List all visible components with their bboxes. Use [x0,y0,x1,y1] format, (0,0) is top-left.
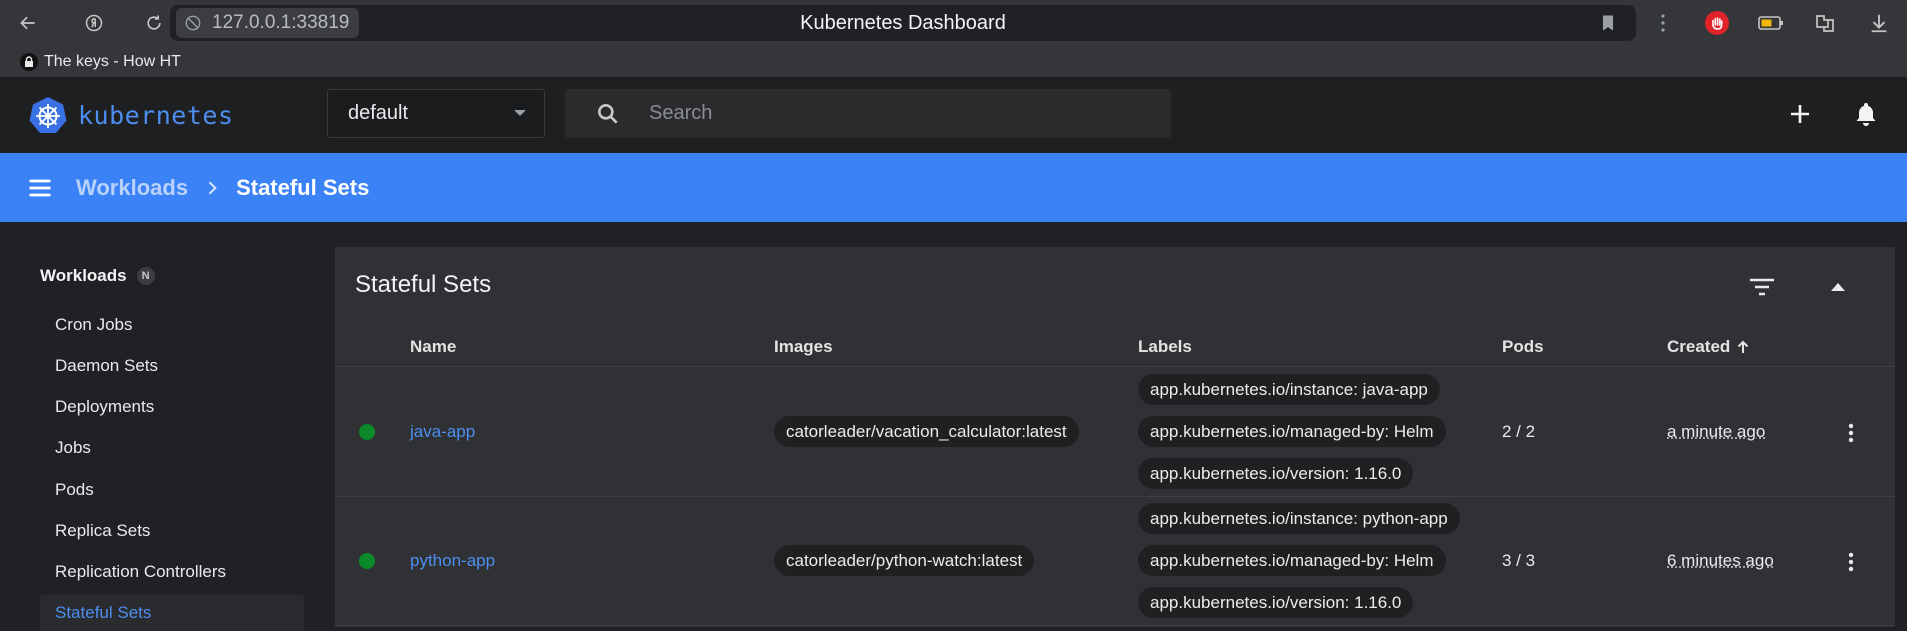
namespace-select[interactable]: default [327,89,545,138]
filter-icon [1749,277,1775,297]
column-pods: Pods [1502,337,1544,357]
adblock-icon[interactable] [1703,9,1731,37]
bookmark-label: The keys - How HT [44,53,181,71]
plus-icon [1789,103,1811,125]
breadcrumb-workloads[interactable]: Workloads [76,175,188,201]
label-chip: app.kubernetes.io/version: 1.16.0 [1138,587,1413,618]
namespace-value: default [348,102,408,125]
created-time: 6 minutes ago [1667,551,1774,571]
label-chip: app.kubernetes.io/managed-by: Helm [1138,416,1446,447]
extensions-icon[interactable] [1811,9,1839,37]
create-resource-button[interactable] [1785,99,1815,129]
column-name[interactable]: Name [410,337,456,357]
pods-count: 3 / 3 [1502,551,1535,571]
table-row[interactable]: java-app catorleader/vacation_calculator… [335,368,1895,497]
filter-button[interactable] [1747,272,1777,302]
sidebar-item-pods[interactable]: Pods [40,472,304,508]
kubernetes-wheel-icon [28,95,68,135]
chevron-down-icon [514,110,526,116]
sidebar-item-stateful-sets[interactable]: Stateful Sets [40,595,304,631]
sidebar-item-jobs[interactable]: Jobs [40,430,304,466]
created-time: a minute ago [1667,422,1765,442]
search-icon [595,101,621,127]
app-toolbar: kubernetes default [0,77,1907,153]
kubernetes-logo[interactable]: kubernetes [28,95,234,135]
sidebar-item-deployments[interactable]: Deployments [40,389,304,425]
url-text: 127.0.0.1:33819 [212,12,349,34]
bookmarks-bar: The keys - How HT [0,46,1907,77]
sidebar-item-replication-controllers[interactable]: Replication Controllers [40,554,304,590]
lock-icon [20,53,38,71]
notifications-button[interactable] [1851,99,1881,129]
bookmark-icon[interactable] [1598,13,1618,33]
back-icon[interactable] [14,9,42,37]
download-icon[interactable] [1865,9,1893,37]
more-vert-icon[interactable] [1839,550,1863,574]
page-header: Workloads Stateful Sets [0,153,1907,222]
label-chip: app.kubernetes.io/managed-by: Helm [1138,545,1446,576]
sidebar-item-daemon-sets[interactable]: Daemon Sets [40,348,304,384]
column-created[interactable]: Created [1667,337,1750,357]
column-created-label: Created [1667,337,1730,357]
search-box[interactable] [565,89,1171,138]
table-row[interactable]: python-app catorleader/python-watch:late… [335,497,1895,626]
column-images: Images [774,337,833,357]
sort-arrow-up-icon [1736,340,1750,354]
insecure-icon [184,14,202,32]
label-chip: app.kubernetes.io/instance: python-app [1138,503,1460,534]
resource-name-link[interactable]: python-app [410,551,495,571]
more-vert-icon[interactable] [1839,421,1863,445]
reload-icon[interactable] [140,9,168,37]
table-header: Name Images Labels Pods Created [335,327,1895,367]
tab-title: Kubernetes Dashboard [170,12,1636,35]
status-running-icon [359,424,375,440]
browser-toolbar: 127.0.0.1:33819 Kubernetes Dashboard [0,0,1907,46]
namespaced-badge: N [137,267,155,285]
bookmark-item[interactable]: The keys - How HT [20,53,181,71]
menu-icon[interactable] [26,174,54,202]
address-bar[interactable]: 127.0.0.1:33819 Kubernetes Dashboard [170,5,1636,41]
url-chip[interactable]: 127.0.0.1:33819 [176,8,359,38]
label-chip: app.kubernetes.io/instance: java-app [1138,374,1440,405]
image-chip: catorleader/vacation_calculator:latest [774,416,1079,447]
card-title: Stateful Sets [355,271,491,299]
collapse-button[interactable] [1823,272,1853,302]
sidebar-item-cron-jobs[interactable]: Cron Jobs [40,307,304,343]
sidebar-item-replica-sets[interactable]: Replica Sets [40,513,304,549]
logo-text: kubernetes [78,101,234,130]
search-input[interactable] [649,102,1129,125]
label-chip: app.kubernetes.io/version: 1.16.0 [1138,458,1413,489]
stateful-sets-card: Stateful Sets Name Images Labels Pods Cr… [335,247,1895,627]
yandex-icon[interactable] [80,9,108,37]
column-labels: Labels [1138,337,1192,357]
sidebar-section-title: Workloads [40,266,127,286]
image-chip: catorleader/python-watch:latest [774,545,1034,576]
resource-name-link[interactable]: java-app [410,422,475,442]
chevron-right-icon [202,178,222,198]
battery-icon[interactable] [1757,9,1785,37]
status-running-icon [359,553,375,569]
pods-count: 2 / 2 [1502,422,1535,442]
bell-icon [1854,101,1878,127]
arrow-up-icon [1831,283,1845,291]
more-vert-icon[interactable] [1649,9,1677,37]
sidebar-section-workloads[interactable]: Workloads N [40,266,155,286]
breadcrumb-current: Stateful Sets [236,175,369,201]
sidebar: Workloads N Cron Jobs Daemon Sets Deploy… [0,222,322,627]
